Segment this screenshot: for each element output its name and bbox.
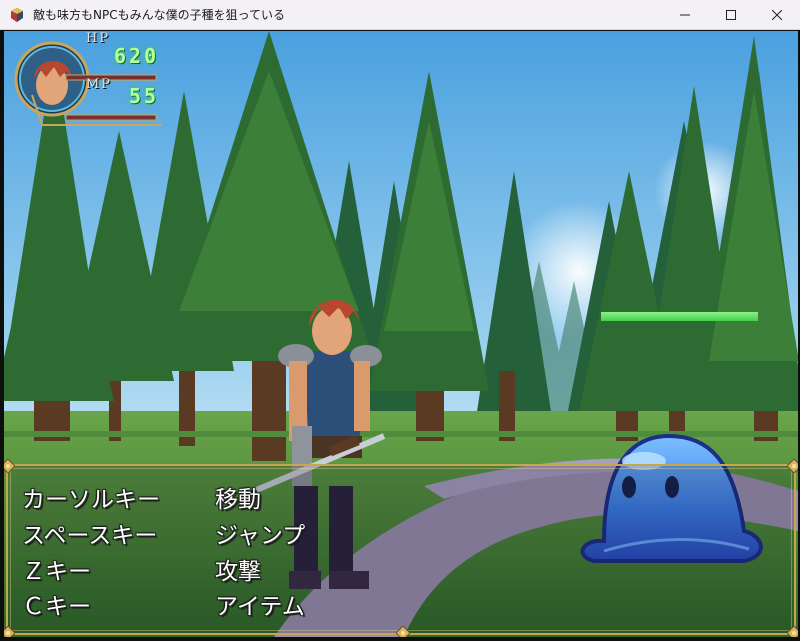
help-action-label: 攻撃 xyxy=(215,559,261,585)
help-key-label: スペースキー xyxy=(22,523,158,549)
enemy-hp-fill xyxy=(601,312,758,321)
window-titlebar[interactable]: 敵も味方もNPCもみんな僕の子種を狙っている xyxy=(0,0,800,30)
rpg-game-icon xyxy=(11,7,23,22)
game-canvas[interactable]: HP 620 MP 55 カーソルキー 移動 スペースキー ジャンプ Ｚキー 攻… xyxy=(4,31,798,637)
corner-ornament-icon xyxy=(787,626,798,637)
corner-ornament-icon xyxy=(4,459,15,473)
help-action-label: アイテム xyxy=(215,594,305,620)
mp-gauge xyxy=(65,114,157,121)
maximize-icon xyxy=(726,10,736,20)
corner-ornament-icon xyxy=(787,459,798,473)
corner-ornament-icon xyxy=(4,626,15,637)
help-action-label: ジャンプ xyxy=(215,523,306,549)
help-key-label: Ｃキー xyxy=(22,594,91,620)
maximize-button[interactable] xyxy=(708,0,754,30)
help-key-label: Ｚキー xyxy=(22,559,91,585)
close-icon xyxy=(772,10,782,20)
close-button[interactable] xyxy=(754,0,800,30)
mp-value: 55 xyxy=(129,84,160,108)
help-action-label: 移動 xyxy=(215,487,261,513)
window-title: 敵も味方もNPCもみんな僕の子種を狙っている xyxy=(33,8,285,22)
player-status-hud: HP 620 MP 55 xyxy=(4,31,204,141)
minimize-button[interactable] xyxy=(662,0,708,30)
pause-cursor-icon xyxy=(396,626,410,637)
mp-label: MP xyxy=(86,77,113,92)
hp-value: 620 xyxy=(114,44,160,68)
help-key-label: カーソルキー xyxy=(22,487,160,513)
minimize-icon xyxy=(680,14,690,16)
controls-help-window: カーソルキー 移動 スペースキー ジャンプ Ｚキー 攻撃 Ｃキー アイテム xyxy=(4,459,798,637)
hp-label: HP xyxy=(86,31,111,46)
enemy-hp-bar xyxy=(601,312,758,321)
